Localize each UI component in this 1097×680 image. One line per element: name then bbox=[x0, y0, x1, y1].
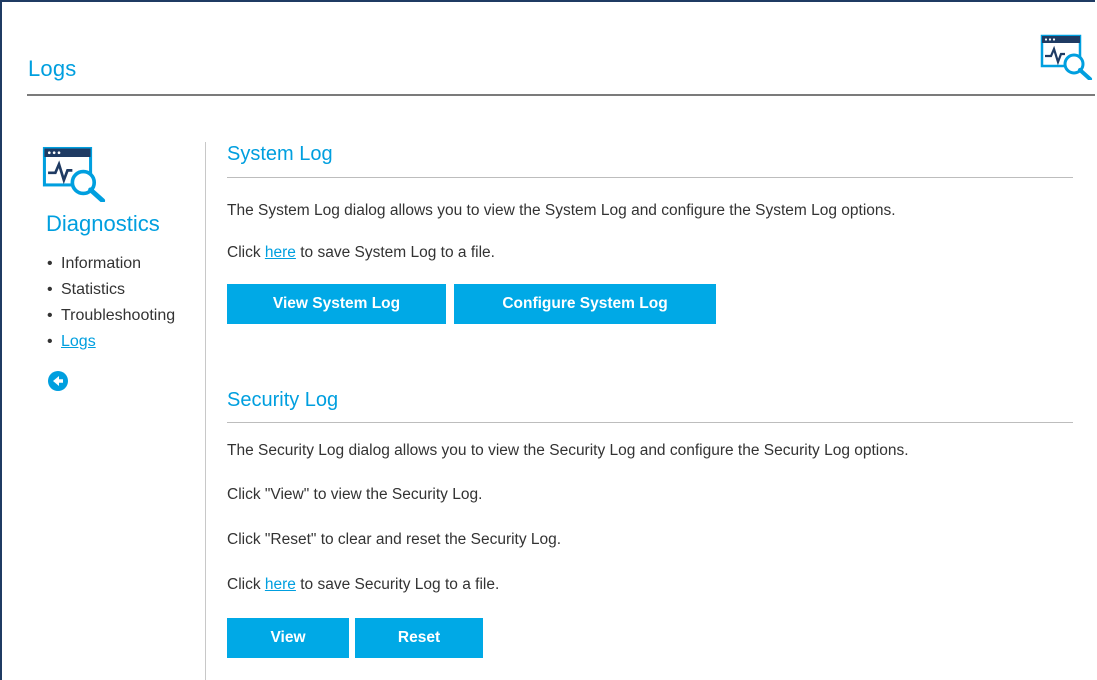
save-prefix: Click bbox=[227, 576, 265, 593]
view-security-log-button[interactable]: View bbox=[227, 618, 349, 658]
diagnostics-icon bbox=[1040, 34, 1092, 80]
sidebar-item-logs[interactable]: • Logs bbox=[47, 331, 175, 357]
configure-system-log-button[interactable]: Configure System Log bbox=[454, 284, 716, 324]
bullet: • bbox=[47, 255, 53, 272]
sidebar-nav: • Information • Statistics • Troubleshootin… bbox=[47, 253, 175, 357]
system-log-description: The System Log dialog allows you to view… bbox=[227, 202, 896, 219]
view-system-log-button[interactable]: View System Log bbox=[227, 284, 446, 324]
sidebar-item-statistics[interactable]: • Statistics bbox=[47, 279, 175, 305]
security-log-divider bbox=[227, 422, 1073, 423]
sidebar-item-information[interactable]: • Information bbox=[47, 253, 175, 279]
sidebar-item-label: Statistics bbox=[61, 281, 126, 298]
sidebar-item-troubleshooting[interactable]: • Troubleshooting bbox=[47, 305, 175, 331]
sidebar-item-label: Information bbox=[61, 255, 142, 272]
save-suffix: to save System Log to a file. bbox=[295, 244, 495, 261]
sidebar-item-label: Troubleshooting bbox=[61, 307, 176, 324]
security-log-save-text: Click here to save Security Log to a fil… bbox=[227, 576, 499, 594]
bullet: • bbox=[47, 281, 53, 298]
security-log-save-link[interactable]: here bbox=[265, 576, 296, 593]
save-suffix: to save Security Log to a file. bbox=[295, 576, 500, 593]
back-button[interactable] bbox=[48, 371, 68, 391]
save-prefix: Click bbox=[227, 244, 265, 261]
bullet: • bbox=[47, 333, 53, 350]
back-arrow-icon bbox=[53, 376, 63, 386]
bullet: • bbox=[47, 307, 53, 324]
reset-security-log-button[interactable]: Reset bbox=[355, 618, 483, 658]
security-log-description: The Security Log dialog allows you to vi… bbox=[227, 442, 909, 459]
system-log-save-text: Click here to save System Log to a file. bbox=[227, 244, 495, 262]
security-log-heading: Security Log bbox=[227, 389, 339, 411]
sidebar-divider bbox=[205, 142, 206, 680]
sidebar-title: Diagnostics bbox=[46, 211, 160, 236]
system-log-heading: System Log bbox=[227, 143, 333, 165]
security-log-reset-hint: Click "Reset" to clear and reset the Sec… bbox=[227, 531, 562, 548]
system-log-divider bbox=[227, 177, 1073, 178]
security-log-view-hint: Click "View" to view the Security Log. bbox=[227, 486, 483, 503]
page-title: Logs bbox=[28, 56, 77, 81]
system-log-save-link[interactable]: here bbox=[265, 244, 296, 261]
diagnostics-icon bbox=[42, 146, 106, 202]
title-divider bbox=[27, 94, 1095, 96]
sidebar-item-label[interactable]: Logs bbox=[61, 333, 96, 350]
